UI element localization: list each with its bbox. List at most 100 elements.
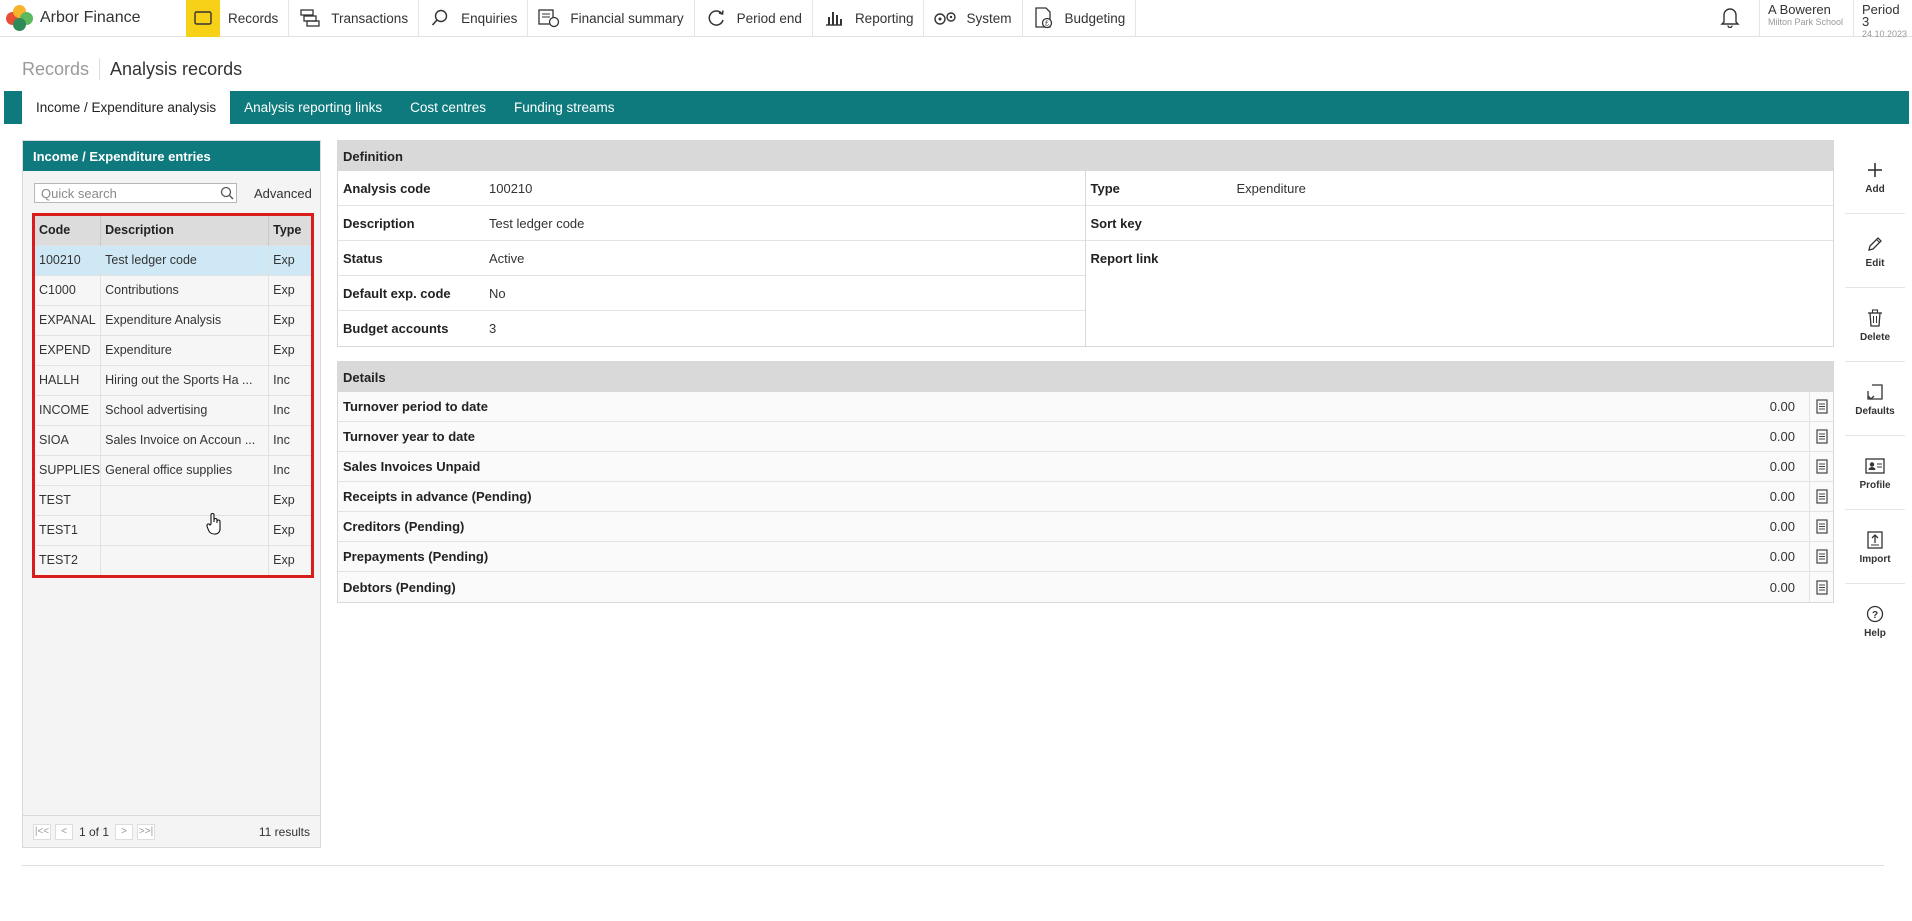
nav-label: Reporting [854, 10, 914, 26]
field-label: Description [343, 215, 415, 231]
profile-icon [1865, 455, 1885, 477]
cell-code: SIOA [35, 424, 102, 455]
nav-label: Period end [736, 10, 802, 26]
profile-button[interactable]: Profile [1845, 436, 1905, 510]
svg-text:£: £ [1045, 21, 1049, 28]
notifications-button[interactable] [1700, 0, 1760, 37]
app-name: Arbor Finance [40, 9, 141, 26]
user-menu[interactable]: A Boweren Milton Park School [1760, 0, 1854, 37]
help-button[interactable]: ? Help [1845, 584, 1905, 658]
document-icon[interactable] [1809, 481, 1833, 512]
document-icon[interactable] [1809, 451, 1833, 482]
table-row[interactable]: SUPPLIES General office supplies Inc [35, 454, 311, 485]
logo-icon [6, 4, 34, 32]
action-label: Delete [1859, 331, 1890, 343]
field-value: 100210 [489, 180, 533, 196]
field-value: No [489, 285, 506, 301]
cell-code: TEST2 [35, 544, 102, 575]
nav-period-end[interactable]: Period end [695, 0, 813, 36]
results-count: 11 results [258, 825, 310, 839]
nav-transactions[interactable]: Transactions [289, 0, 420, 36]
period-label: Period 3 [1862, 2, 1900, 29]
details-row: Turnover period to date 0.00 [338, 391, 1833, 422]
detail-value: 0.00 [1769, 399, 1795, 414]
cell-code: SUPPLIES [35, 454, 102, 485]
user-school: Milton Park School [1768, 17, 1844, 27]
cell-code: C1000 [35, 274, 102, 305]
tab-analysis-reporting-links[interactable]: Analysis reporting links [230, 91, 396, 124]
tab-income-expenditure-analysis[interactable]: Income / Expenditure analysis [22, 91, 231, 124]
table-row[interactable]: 100210 Test ledger code Exp [35, 244, 311, 275]
document-icon[interactable] [1809, 541, 1833, 572]
table-row[interactable]: TEST2 Exp [35, 544, 311, 575]
cell-code: HALLH [35, 364, 102, 395]
cell-code: 100210 [35, 244, 102, 275]
definition-title: Definition [338, 141, 1833, 171]
table-row[interactable]: INCOME School advertising Inc [35, 394, 311, 425]
cell-description [100, 484, 270, 515]
import-button[interactable]: Import [1845, 510, 1905, 584]
nav-financial-summary[interactable]: Financial summary [528, 0, 695, 36]
column-header-description[interactable]: Description [100, 216, 270, 245]
next-page-button[interactable]: > [115, 823, 134, 840]
add-button[interactable]: Add [1845, 140, 1905, 214]
document-icon[interactable] [1809, 511, 1833, 542]
detail-label: Creditors (Pending) [343, 519, 465, 534]
detail-label: Debtors (Pending) [343, 579, 456, 595]
cell-description: Hiring out the Sports Ha ... [100, 364, 270, 395]
tab-cost-centres[interactable]: Cost centres [396, 91, 500, 124]
breadcrumb-parent[interactable]: Records [22, 59, 89, 80]
transactions-icon [297, 5, 323, 31]
tab-funding-streams[interactable]: Funding streams [500, 91, 629, 124]
trash-icon [1867, 307, 1883, 329]
svg-text:?: ? [1872, 610, 1878, 621]
prev-page-button[interactable]: < [55, 823, 73, 840]
table-row[interactable]: TEST1 Exp [35, 514, 311, 545]
nav-reporting[interactable]: Reporting [813, 0, 925, 36]
column-header-type[interactable]: Type [268, 216, 311, 245]
document-icon[interactable] [1809, 572, 1833, 602]
cell-code: TEST [35, 484, 102, 515]
first-page-button[interactable]: |<< [33, 823, 51, 840]
document-icon[interactable] [1809, 391, 1833, 422]
budget-accounts-link[interactable]: 3 [489, 321, 496, 336]
quick-search-input[interactable] [35, 184, 217, 202]
search-icon[interactable] [217, 186, 236, 200]
defaults-button[interactable]: Defaults [1845, 362, 1905, 436]
cell-type: Exp [268, 514, 311, 545]
field-label: Sort key [1090, 215, 1142, 231]
table-row[interactable]: EXPANAL Expenditure Analysis Exp [35, 304, 311, 335]
nav-enquiries[interactable]: Enquiries [419, 0, 529, 36]
period-selector[interactable]: Period 3 24.10.2023 [1854, 0, 1912, 39]
table-row[interactable]: EXPEND Expenditure Exp [35, 334, 311, 365]
table-row[interactable]: TEST Exp [35, 484, 311, 515]
definition-right-column: Type Expenditure Sort key Report link [1085, 171, 1833, 346]
document-icon[interactable] [1809, 421, 1833, 452]
details-row: Receipts in advance (Pending) 0.00 [338, 481, 1833, 512]
table-row[interactable]: C1000 Contributions Exp [35, 274, 311, 305]
cell-description: Sales Invoice on Accoun ... [100, 424, 270, 455]
table-row[interactable]: HALLH Hiring out the Sports Ha ... Inc [35, 364, 311, 395]
nav-system[interactable]: System [924, 0, 1023, 36]
column-header-code[interactable]: Code [35, 216, 102, 245]
last-page-button[interactable]: >>| [137, 823, 156, 840]
nav-records[interactable]: Records [186, 0, 290, 37]
delete-button[interactable]: Delete [1845, 288, 1905, 362]
detail-label: Turnover year to date [343, 429, 475, 444]
detail-value: 0.00 [1769, 429, 1795, 444]
cell-type: Exp [268, 274, 311, 305]
detail-value: 0.00 [1769, 549, 1795, 564]
financial-summary-icon [536, 5, 562, 31]
import-icon [1867, 529, 1883, 551]
edit-button[interactable]: Edit [1845, 214, 1905, 288]
definition-row: Status Active [338, 241, 1085, 276]
nav-budgeting[interactable]: £ Budgeting [1023, 0, 1137, 36]
action-label: Edit [1865, 257, 1885, 269]
cell-description: General office supplies [100, 454, 270, 485]
definition-row: Type Expenditure [1085, 171, 1833, 206]
app-logo[interactable]: Arbor Finance [0, 0, 186, 36]
field-label: Default exp. code [343, 285, 451, 301]
table-row[interactable]: SIOA Sales Invoice on Accoun ... Inc [35, 424, 311, 455]
nav-label: Transactions [331, 10, 409, 26]
advanced-search-link[interactable]: Advanced [254, 186, 312, 201]
